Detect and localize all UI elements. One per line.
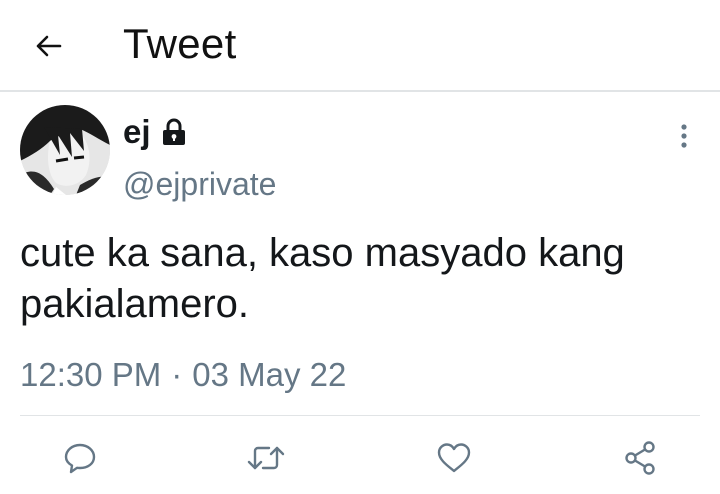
share-button[interactable] bbox=[620, 436, 660, 480]
author-name-row[interactable]: ej bbox=[123, 112, 189, 152]
tweet-timestamp: 12:30 PM · 03 May 22 bbox=[20, 356, 346, 394]
profile-picture bbox=[20, 105, 110, 195]
arrow-left-icon bbox=[36, 35, 62, 57]
page-title: Tweet bbox=[123, 20, 237, 67]
user-handle[interactable]: @ejprivate bbox=[123, 166, 276, 203]
display-name: ej bbox=[123, 113, 151, 150]
tweet-text: cute ka sana, kaso masyado kang pakialam… bbox=[20, 231, 625, 326]
vertical-dots-icon bbox=[681, 124, 687, 148]
heart-icon bbox=[437, 443, 471, 473]
share-nodes-icon bbox=[625, 441, 655, 475]
like-button[interactable] bbox=[434, 436, 474, 480]
app-header: Tweet bbox=[0, 0, 720, 92]
speech-bubble-icon bbox=[64, 443, 96, 474]
lock-icon bbox=[159, 117, 189, 147]
retweet-arrows-icon bbox=[247, 446, 285, 470]
tweet-date: 03 May 22 bbox=[192, 356, 347, 393]
retweet-button[interactable] bbox=[246, 436, 286, 480]
tweet-time: 12:30 PM bbox=[20, 356, 162, 393]
back-button[interactable] bbox=[30, 28, 66, 64]
divider bbox=[20, 415, 700, 416]
more-options-button[interactable] bbox=[670, 118, 698, 154]
tweet-action-bar bbox=[0, 432, 720, 482]
avatar[interactable] bbox=[20, 105, 110, 195]
reply-button[interactable] bbox=[60, 436, 100, 480]
separator-dot: · bbox=[171, 356, 183, 393]
